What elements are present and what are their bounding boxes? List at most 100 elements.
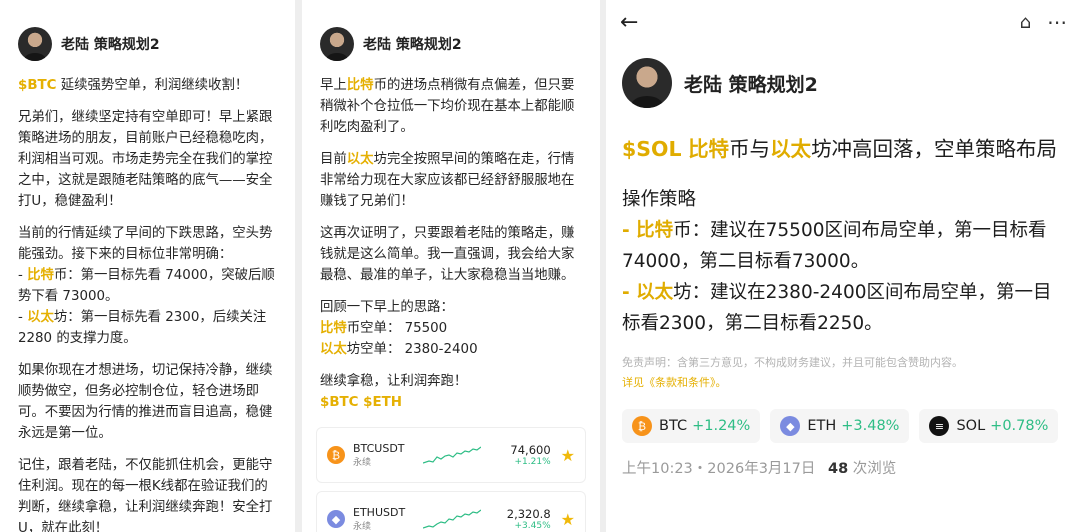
ticker-name: ETHUSDT 永续 xyxy=(353,506,417,532)
paragraph: 这再次证明了，只要跟着老陆的策略走，赚钱就是这么简单。我一直强调，我会给大家最稳… xyxy=(320,226,575,283)
coin-chip-sol[interactable]: ≡ SOL +0.78% xyxy=(919,409,1059,443)
author-row[interactable]: 老陆 策略规划2 xyxy=(0,24,295,64)
highlight-btc[interactable]: 比特 xyxy=(688,137,729,161)
avatar[interactable] xyxy=(622,58,672,108)
paragraph: 兄弟们，继续坚定持有空单即可！早上紧跟策略进场的朋友，目前账户已经稳稳吃肉，利润… xyxy=(18,110,273,209)
home-icon[interactable]: ⌂ xyxy=(1020,12,1031,33)
paragraph: 早上比特币的进场点稍微有点偏差，但只要稍微补个仓拉低一下均价现在基本上都能顺利吃… xyxy=(320,75,582,138)
paragraph: 继续拿稳，让利润奔跑！ $BTC $ETH xyxy=(320,371,582,413)
sparkline xyxy=(423,446,481,464)
title-text: 币与 xyxy=(729,137,771,161)
ticker-card-eth[interactable]: ◆ ETHUSDT 永续 2,320.8 +3.45% ★ xyxy=(316,491,586,532)
highlight-btc[interactable]: 比特 xyxy=(636,220,673,241)
terms-link[interactable]: 详见《条款和条件》。 xyxy=(622,376,727,389)
cashtags[interactable]: $BTC $ETH xyxy=(320,395,402,410)
star-icon[interactable]: ★ xyxy=(561,446,575,465)
price-change: +1.21% xyxy=(514,457,551,467)
back-arrow-icon[interactable]: ← xyxy=(620,10,638,35)
highlight-btc[interactable]: 比特 xyxy=(27,268,54,283)
author-name[interactable]: 老陆 策略规划2 xyxy=(363,34,462,54)
paragraph-targets: 当前的行情延续了早间的下跌思路，空头势能强劲。接下来的目标位非常明确： - 比特… xyxy=(18,223,277,349)
avatar[interactable] xyxy=(18,27,52,61)
bitcoin-icon: ₿ xyxy=(632,416,652,436)
cashtag-btc[interactable]: $BTC xyxy=(18,78,57,93)
strategy-btc: - 比特币：建议在75500区间布局空单，第一目标看74000，第二目标看730… xyxy=(622,215,1064,277)
coin-chip-eth[interactable]: ◆ ETH +3.48% xyxy=(770,409,910,443)
paragraph: 目前以太坊完全按照早间的策略在走，行情非常给力现在大家应该都已经舒舒服服地在赚钱… xyxy=(320,149,582,212)
btc-strategy-text: 币：建议在75500区间布局空单，第一目标看74000，第二目标看73000。 xyxy=(622,220,1047,272)
ticker-type: 永续 xyxy=(353,522,372,532)
post-headline: $BTC 延续强势空单，利润继续收割！ xyxy=(18,75,277,96)
title-text: 坊冲高回落，空单策略布局 xyxy=(811,137,1058,161)
strategy-body: 操作策略 - 比特币：建议在75500区间布局空单，第一目标看74000，第二目… xyxy=(606,184,1080,339)
price-value: 74,600 xyxy=(510,443,551,457)
post-detail-panel: ← ⌂ ⋯ 老陆 策略规划2 $SOL 比特币与以太坊冲高回落，空单策略布局 操… xyxy=(606,0,1080,532)
highlight-eth[interactable]: 以太 xyxy=(770,137,811,161)
ticker-list: ₿ BTCUSDT 永续 74,600 +1.21% ★ ◆ ETHUSDT 永… xyxy=(316,427,586,532)
more-icon[interactable]: ⋯ xyxy=(1047,10,1067,34)
post-content: $BTC 延续强势空单，利润继续收割！ 兄弟们，继续坚定持有空单即可！早上紧跟策… xyxy=(0,75,295,532)
ticker-symbol: BTCUSDT xyxy=(353,442,405,455)
headline-text: 延续强势空单，利润继续收割！ xyxy=(56,78,249,93)
ethereum-icon: ◆ xyxy=(780,416,801,436)
paragraph: 记住，跟着老陆，不仅能抓住机会，更能守住利润。现在的每一根K线都在验证我们的判断… xyxy=(18,458,273,532)
review-title: 回顾一下早上的思路： xyxy=(320,300,454,315)
eth-strategy-text: 坊：建议在2380-2400区间布局空单，第一目标看2300，第二目标看2250… xyxy=(622,282,1052,334)
bullet: - xyxy=(18,310,28,325)
ticker-card-btc[interactable]: ₿ BTCUSDT 永续 74,600 +1.21% ★ xyxy=(316,427,586,483)
highlight-eth[interactable]: 以太 xyxy=(347,152,374,167)
chip-name: BTC xyxy=(659,418,688,434)
sparkline xyxy=(423,509,481,529)
strategy-eth: - 以太坊：建议在2380-2400区间布局空单，第一目标看2300，第二目标看… xyxy=(622,277,1064,339)
eth-target-text: 坊：第一目标先看 2300，后续关注 2280 的支撑力度。 xyxy=(18,310,267,346)
highlight-eth[interactable]: 以太 xyxy=(636,282,673,303)
text: 目前 xyxy=(320,152,347,167)
author-name[interactable]: 老陆 策略规划2 xyxy=(61,34,160,54)
cashtag-sol[interactable]: $SOL xyxy=(622,137,682,161)
chip-change: +3.48% xyxy=(841,418,900,434)
coin-chips: ₿ BTC +1.24% ◆ ETH +3.48% ≡ SOL +0.78% xyxy=(606,409,1080,443)
coin-chip-btc[interactable]: ₿ BTC +1.24% xyxy=(622,409,761,443)
btc-target-text: 币：第一目标先看 74000，突破后顺势下看 73000。 xyxy=(18,268,275,304)
strategy-heading: 操作策略 xyxy=(622,189,697,210)
disclaimer-text: 免责声明：含第三方意见，不构成财务建议，并且可能包含赞助内容。 xyxy=(622,356,963,369)
disclaimer: 免责声明：含第三方意见，不构成财务建议，并且可能包含赞助内容。 详见《条款和条件… xyxy=(606,353,1080,393)
highlight-btc[interactable]: 比特 xyxy=(347,78,374,93)
author-row[interactable]: 老陆 策略规划2 xyxy=(302,24,600,64)
review-eth: 坊空单： 2380-2400 xyxy=(346,342,478,357)
bitcoin-icon: ₿ xyxy=(327,446,345,464)
price-change: +3.45% xyxy=(514,521,551,531)
star-icon[interactable]: ★ xyxy=(561,510,575,529)
author-row[interactable]: 老陆 策略规划2 xyxy=(606,58,1080,108)
ticker-price: 74,600 +1.21% xyxy=(510,443,550,467)
top-bar: ← ⌂ ⋯ xyxy=(606,0,1080,44)
text: 早上 xyxy=(320,78,347,93)
post-meta: 上午10:23・2026年3月17日 48 次浏览 xyxy=(606,457,1080,478)
ticker-symbol: ETHUSDT xyxy=(353,506,406,519)
chip-change: +0.78% xyxy=(990,418,1049,434)
paragraph: 如果你现在才想进场，切记保持冷静，继续顺势做空，但务必控制仓位，轻仓进场即可。不… xyxy=(18,363,273,441)
price-value: 2,320.8 xyxy=(506,507,551,521)
chip-name: SOL xyxy=(956,418,986,434)
avatar[interactable] xyxy=(320,27,354,61)
highlight-btc[interactable]: 比特 xyxy=(320,321,347,336)
ticker-type: 永续 xyxy=(353,458,372,468)
text: 继续拿稳，让利润奔跑！ xyxy=(320,374,468,389)
author-name[interactable]: 老陆 策略规划2 xyxy=(684,70,818,97)
highlight-eth[interactable]: 以太 xyxy=(320,342,347,357)
highlight-eth[interactable]: 以太 xyxy=(27,310,54,325)
solana-icon: ≡ xyxy=(929,416,950,436)
targets-intro: 当前的行情延续了早间的下跌思路，空头势能强劲。接下来的目标位非常明确： xyxy=(18,226,273,262)
post-panel-2: 老陆 策略规划2 早上比特币的进场点稍微有点偏差，但只要稍微补个仓拉低一下均价现… xyxy=(302,0,600,532)
review-btc: 币空单： 75500 xyxy=(346,321,448,336)
top-actions: ⌂ ⋯ xyxy=(1020,10,1067,34)
post-title: $SOL 比特币与以太坊冲高回落，空单策略布局 xyxy=(606,132,1080,166)
ticker-price: 2,320.8 +3.45% xyxy=(507,507,551,531)
review-block: 回顾一下早上的思路： 比特币空单： 75500 以太坊空单： 2380-2400 xyxy=(320,297,582,360)
view-label: 次浏览 xyxy=(848,461,897,477)
chip-name: ETH xyxy=(807,418,837,434)
bullet: - xyxy=(622,282,637,303)
chip-change: +1.24% xyxy=(692,418,751,434)
bullet: - xyxy=(18,268,28,283)
ticker-name: BTCUSDT 永续 xyxy=(353,442,417,468)
